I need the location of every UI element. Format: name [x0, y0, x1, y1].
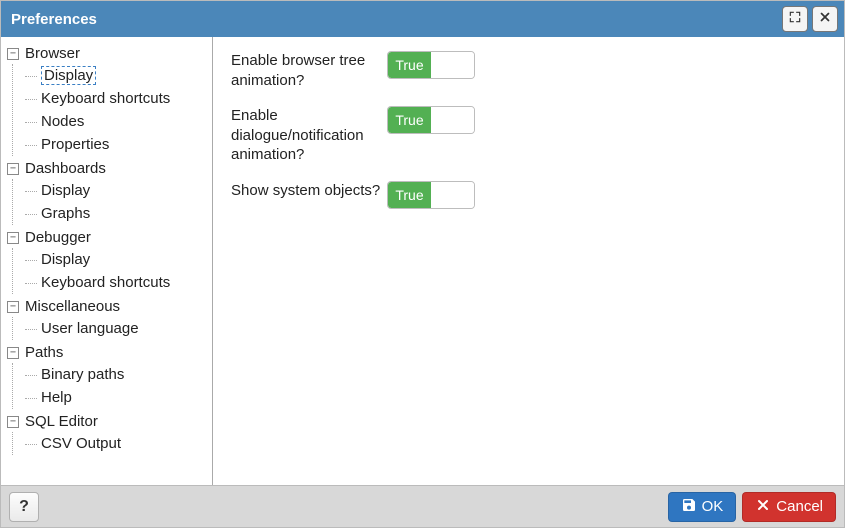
tree-group-miscellaneous: − Miscellaneous User language [7, 296, 208, 340]
close-button[interactable] [812, 6, 838, 32]
collapse-icon: − [7, 48, 19, 60]
help-button[interactable]: ? [9, 492, 39, 522]
tree-children: CSV Output [12, 432, 208, 455]
tree-children: Display Graphs [12, 179, 208, 225]
toggle-handle [431, 182, 474, 208]
tree-group-header[interactable]: − SQL Editor [7, 411, 208, 432]
toggle-browser-tree-animation[interactable]: True [387, 51, 475, 79]
titlebar: Preferences [1, 1, 844, 37]
tree-group-dashboards: − Dashboards Display Graphs [7, 158, 208, 225]
collapse-icon: − [7, 232, 19, 244]
tree-children: Binary paths Help [12, 363, 208, 409]
tree-group-header[interactable]: − Paths [7, 342, 208, 363]
settings-panel: Enable browser tree animation? True Enab… [213, 37, 844, 485]
dialog-body: − Browser Display Keyboard shortcuts Nod… [1, 37, 844, 485]
expand-button[interactable] [782, 6, 808, 32]
tree-item-debugger-keyboard[interactable]: Keyboard shortcuts [25, 271, 208, 294]
tree-group-browser: − Browser Display Keyboard shortcuts Nod… [7, 43, 208, 156]
setting-row: Show system objects? True [231, 181, 826, 209]
sidebar: − Browser Display Keyboard shortcuts Nod… [1, 37, 213, 485]
setting-row: Enable dialogue/notification animation? … [231, 106, 826, 165]
tree-item-sql-csv[interactable]: CSV Output [25, 432, 208, 455]
setting-label: Enable dialogue/notification animation? [231, 106, 381, 165]
tree-item-browser-nodes[interactable]: Nodes [25, 110, 208, 133]
tree-item-dashboards-graphs[interactable]: Graphs [25, 202, 208, 225]
tree-group-paths: − Paths Binary paths Help [7, 342, 208, 409]
dialog-title: Preferences [11, 11, 778, 28]
preferences-tree: − Browser Display Keyboard shortcuts Nod… [7, 43, 208, 455]
tree-group-header[interactable]: − Dashboards [7, 158, 208, 179]
tree-children: User language [12, 317, 208, 340]
setting-row: Enable browser tree animation? True [231, 51, 826, 90]
toggle-system-objects[interactable]: True [387, 181, 475, 209]
tree-item-browser-properties[interactable]: Properties [25, 133, 208, 156]
toggle-handle [431, 52, 474, 78]
ok-label: OK [702, 498, 724, 515]
tree-item-browser-display[interactable]: Display [25, 64, 208, 87]
tree-group-label: SQL Editor [25, 413, 98, 430]
toggle-value: True [388, 52, 431, 78]
tree-item-paths-binary[interactable]: Binary paths [25, 363, 208, 386]
save-icon [681, 497, 702, 517]
setting-label: Enable browser tree animation? [231, 51, 381, 90]
tree-group-header[interactable]: − Miscellaneous [7, 296, 208, 317]
cancel-label: Cancel [776, 498, 823, 515]
setting-label: Show system objects? [231, 181, 381, 201]
collapse-icon: − [7, 163, 19, 175]
collapse-icon: − [7, 347, 19, 359]
tree-item-misc-language[interactable]: User language [25, 317, 208, 340]
tree-group-sqleditor: − SQL Editor CSV Output [7, 411, 208, 455]
toggle-handle [431, 107, 474, 133]
toggle-dialogue-animation[interactable]: True [387, 106, 475, 134]
preferences-dialog: Preferences − Browser Displa [0, 0, 845, 528]
help-icon: ? [19, 498, 29, 516]
tree-group-debugger: − Debugger Display Keyboard shortcuts [7, 227, 208, 294]
tree-item-dashboards-display[interactable]: Display [25, 179, 208, 202]
toggle-value: True [388, 182, 431, 208]
tree-group-label: Miscellaneous [25, 298, 120, 315]
ok-button[interactable]: OK [668, 492, 737, 522]
tree-group-label: Browser [25, 45, 80, 62]
tree-group-label: Paths [25, 344, 63, 361]
tree-group-label: Debugger [25, 229, 91, 246]
dialog-footer: ? OK Cancel [1, 485, 844, 527]
collapse-icon: − [7, 301, 19, 313]
tree-children: Display Keyboard shortcuts Nodes Propert… [12, 64, 208, 156]
cancel-button[interactable]: Cancel [742, 492, 836, 522]
close-icon [818, 10, 832, 28]
tree-group-header[interactable]: − Browser [7, 43, 208, 64]
tree-group-label: Dashboards [25, 160, 106, 177]
toggle-value: True [388, 107, 431, 133]
tree-item-browser-keyboard[interactable]: Keyboard shortcuts [25, 87, 208, 110]
tree-children: Display Keyboard shortcuts [12, 248, 208, 294]
tree-group-header[interactable]: − Debugger [7, 227, 208, 248]
cancel-icon [755, 497, 776, 517]
expand-icon [788, 10, 802, 28]
tree-item-paths-help[interactable]: Help [25, 386, 208, 409]
collapse-icon: − [7, 416, 19, 428]
tree-item-debugger-display[interactable]: Display [25, 248, 208, 271]
